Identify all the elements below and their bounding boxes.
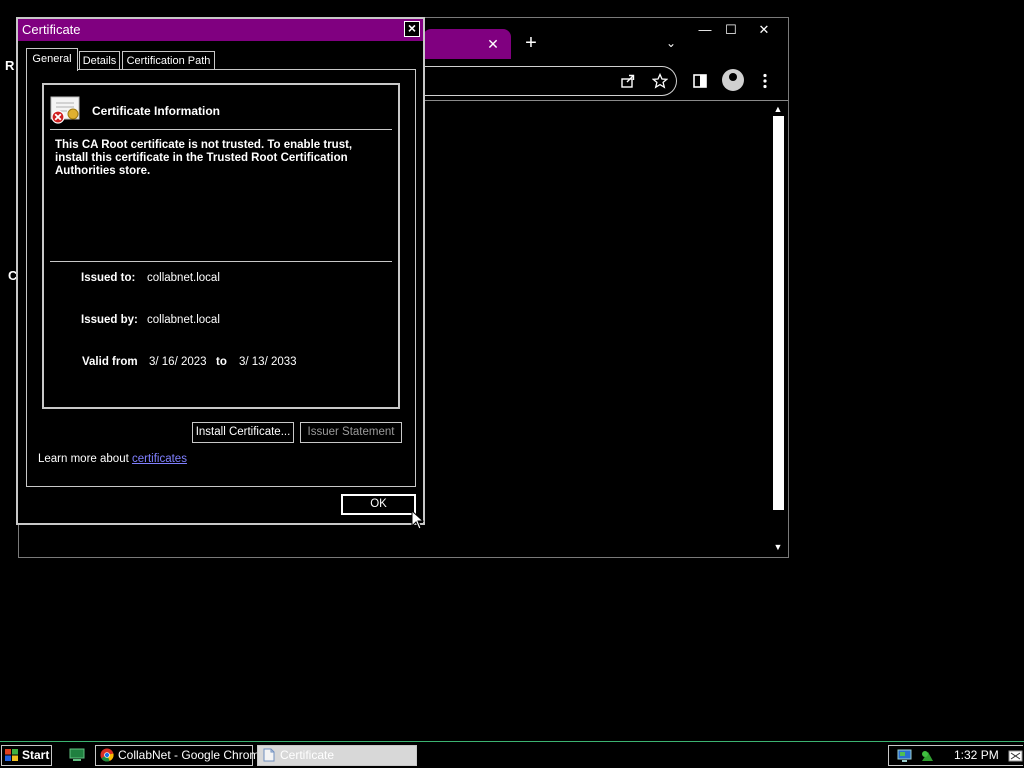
issued-by-value: collabnet.local xyxy=(147,314,220,326)
new-tab-button[interactable]: + xyxy=(521,32,541,54)
start-label: Start xyxy=(22,748,50,762)
taskbar-chrome-button[interactable]: CollabNet - Google Chrome xyxy=(95,745,266,766)
general-tab-panel: Certificate Information This CA Root cer… xyxy=(26,69,416,487)
tab-details[interactable]: Details xyxy=(79,51,120,70)
start-button[interactable]: Start xyxy=(1,745,52,766)
trust-warning-text: This CA Root certificate is not trusted.… xyxy=(55,139,353,177)
certificate-doc-icon xyxy=(263,748,275,762)
issued-to-label: Issued to: xyxy=(81,272,136,284)
share-icon[interactable] xyxy=(617,70,639,92)
tab-certification-path[interactable]: Certification Path xyxy=(122,51,215,70)
details-divider xyxy=(50,261,392,262)
scroll-up-arrow-icon[interactable]: ▲ xyxy=(769,102,787,116)
taskbar: Start CollabNet - Google Chrome Certific… xyxy=(0,741,1024,768)
certificate-dialog: Certificate × General Details Certificat… xyxy=(16,17,425,525)
windows-flag-icon xyxy=(5,749,18,761)
learn-more-text: Learn more about certificates xyxy=(38,453,187,465)
issued-to-value: collabnet.local xyxy=(147,272,220,284)
valid-to-value: 3/ 13/ 2033 xyxy=(239,356,297,368)
quick-launch-icon[interactable] xyxy=(68,747,86,763)
issuer-statement-button[interactable]: Issuer Statement xyxy=(300,422,402,443)
dialog-title: Certificate xyxy=(22,22,81,37)
page-scrollbar[interactable]: ▲ ▼ xyxy=(769,102,787,554)
network-monitor-icon[interactable] xyxy=(897,749,912,763)
learn-more-prefix: Learn more about xyxy=(38,453,132,465)
dialog-close-button[interactable]: × xyxy=(404,21,420,37)
valid-from-value: 3/ 16/ 2023 xyxy=(149,356,207,368)
certificate-info-box: Certificate Information This CA Root cer… xyxy=(42,83,400,409)
bookmark-star-icon[interactable] xyxy=(649,70,671,92)
install-certificate-button[interactable]: Install Certificate... xyxy=(192,422,294,443)
certificate-info-title: Certificate Information xyxy=(92,104,221,118)
chrome-icon xyxy=(100,748,114,762)
tab-search-chevron-icon[interactable]: ⌄ xyxy=(662,34,680,52)
untrusted-certificate-icon xyxy=(49,95,83,125)
taskbar-certificate-label: Certificate xyxy=(280,748,335,762)
valid-to-label: to xyxy=(216,356,227,368)
taskbar-certificate-button[interactable]: Certificate xyxy=(257,745,417,766)
valid-from-label: Valid from xyxy=(82,356,138,368)
side-panel-icon[interactable] xyxy=(689,70,711,92)
system-tray: 1:32 PM xyxy=(888,745,1023,766)
security-tray-icon[interactable] xyxy=(920,749,935,763)
header-divider xyxy=(50,129,392,130)
tab-close-icon[interactable]: ✕ xyxy=(485,35,501,53)
toolbar-divider xyxy=(423,100,788,101)
tab-general[interactable]: General xyxy=(26,48,78,71)
page-text-fragment: R xyxy=(5,58,15,73)
menu-kebab-icon[interactable] xyxy=(754,70,776,92)
issued-by-label: Issued by: xyxy=(81,314,138,326)
maximize-button[interactable]: ☐ xyxy=(721,21,741,39)
scroll-thumb[interactable] xyxy=(773,116,784,510)
dialog-title-bar[interactable]: Certificate × xyxy=(18,19,423,41)
scroll-down-arrow-icon[interactable]: ▼ xyxy=(769,540,787,554)
certificates-link[interactable]: certificates xyxy=(132,453,187,465)
minimize-button[interactable]: — xyxy=(695,21,715,39)
mouse-cursor-icon xyxy=(411,509,425,530)
ok-button[interactable]: OK xyxy=(341,494,416,515)
notification-icon[interactable] xyxy=(1008,749,1023,763)
window-close-button[interactable]: ✕ xyxy=(754,21,774,39)
taskbar-clock: 1:32 PM xyxy=(954,748,999,762)
taskbar-chrome-label: CollabNet - Google Chrome xyxy=(118,748,267,762)
profile-avatar[interactable] xyxy=(722,69,744,91)
